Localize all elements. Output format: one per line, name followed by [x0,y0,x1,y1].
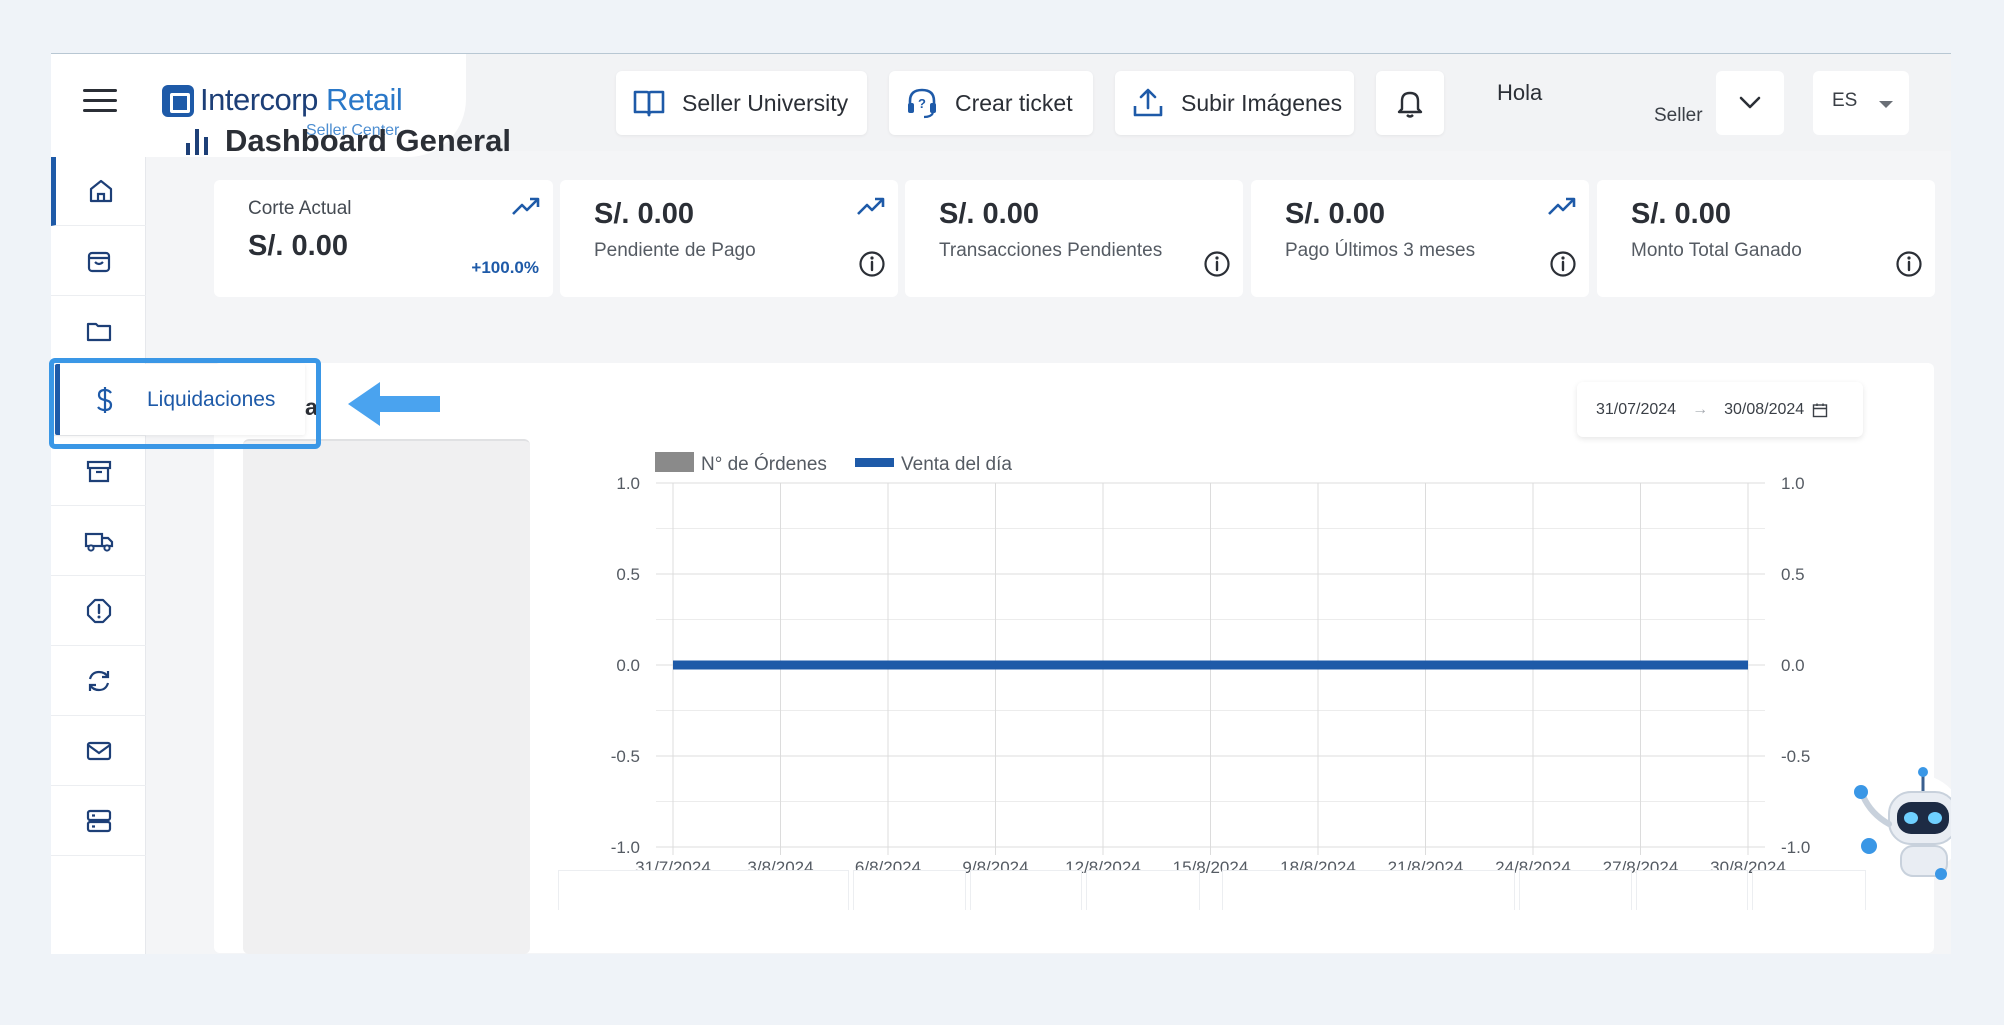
legend-swatch-orders [655,452,694,472]
assistant-robot-icon[interactable] [1849,754,1951,884]
y-tick-label-left: 1.0 [616,474,640,493]
legend-swatch-sales [855,458,894,467]
table-header-cell [1086,870,1200,910]
table-header-cell [1519,870,1632,910]
table-header-cell [853,870,966,910]
table-header-cell [1636,870,1748,910]
y-tick-label-right: 1.0 [1781,474,1805,493]
y-tick-label-right: -0.5 [1781,747,1810,766]
y-tick-label-right: 0.0 [1781,656,1805,675]
y-tick-label-left: 0.0 [616,656,640,675]
y-tick-label-right: -1.0 [1781,838,1810,857]
pointer-arrow-icon [348,382,440,426]
y-tick-label-left: 0.5 [616,565,640,584]
table-header-cell [1222,870,1515,910]
table-header-cell [558,870,849,910]
y-tick-label-left: -1.0 [611,838,640,857]
legend-label-orders: N° de Órdenes [701,453,827,475]
highlight-frame [49,358,321,449]
y-tick-label-left: -0.5 [611,747,640,766]
legend-label-sales: Venta del día [901,454,1012,475]
y-tick-label-right: 0.5 [1781,565,1805,584]
table-header-cell [970,870,1082,910]
